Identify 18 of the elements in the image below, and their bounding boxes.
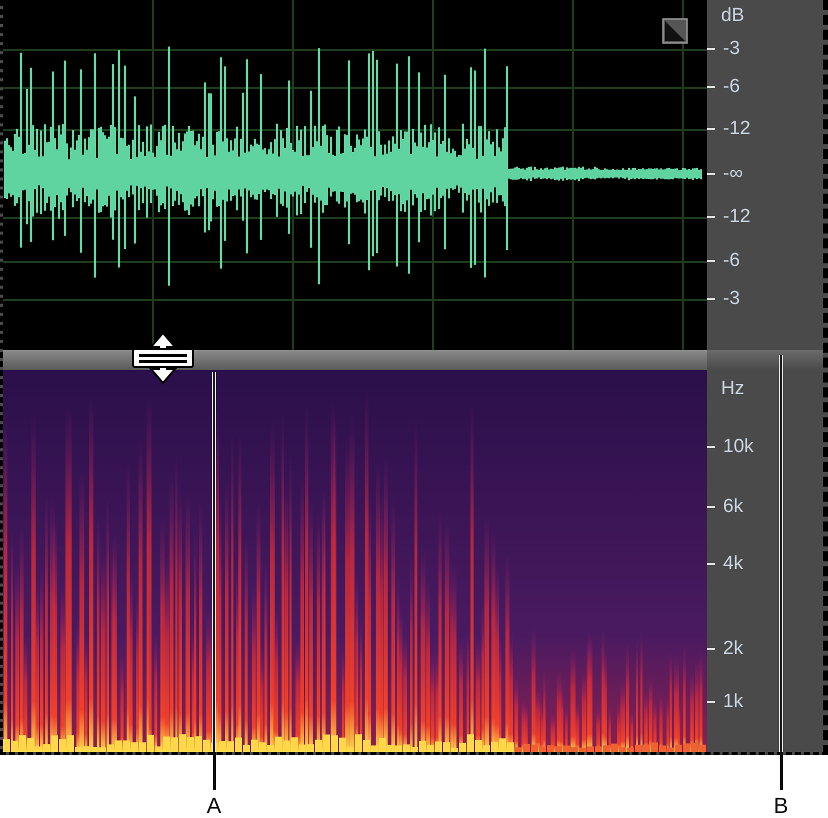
unit-label: dB: [721, 5, 744, 27]
scale-label: -12: [723, 206, 750, 228]
scale-label: 1k: [723, 691, 744, 713]
scale-label: 6k: [723, 496, 744, 518]
corner-toggle-icon[interactable]: [662, 18, 688, 44]
scale-label: -∞: [723, 163, 743, 185]
panel-splitter[interactable]: [3, 350, 707, 370]
scale-label: -6: [723, 76, 740, 98]
scale-label: 2k: [723, 638, 744, 660]
marker-label: A: [206, 793, 222, 818]
scale-label: 4k: [723, 553, 744, 575]
scale-label: -6: [723, 250, 740, 272]
scale-label: -12: [723, 118, 750, 140]
scale-label: -3: [723, 38, 740, 60]
scale-label: -3: [723, 288, 740, 310]
marker-label: B: [772, 793, 790, 818]
unit-label: Hz: [721, 378, 744, 400]
scale-label: 10k: [723, 436, 754, 458]
